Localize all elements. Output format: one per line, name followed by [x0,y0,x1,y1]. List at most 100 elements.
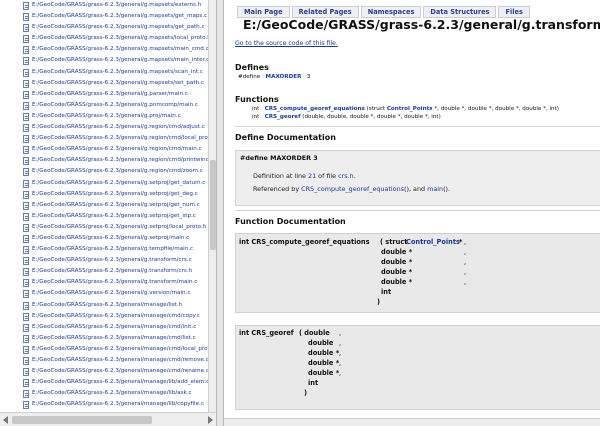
file-link[interactable]: E:/GeoCode/GRASS/grass-6.2.3/general/g.s… [32,189,198,200]
function-doc-box-georef: int CRS_georef ( double , double , doubl… [235,325,600,410]
file-link[interactable]: E:/GeoCode/GRASS/grass-6.2.3/general/g.m… [32,11,207,22]
file-link[interactable]: E:/GeoCode/GRASS/grass-6.2.3/general/man… [32,322,196,333]
file-list-item[interactable]: E:/GeoCode/GRASS/grass-6.2.3/general/g.s… [0,200,208,211]
file-link[interactable]: E:/GeoCode/GRASS/grass-6.2.3/general/g.m… [32,44,208,55]
file-link[interactable]: crs.h [338,172,354,180]
file-link[interactable]: E:/GeoCode/GRASS/grass-6.2.3/general/man… [32,333,196,344]
file-link[interactable]: E:/GeoCode/GRASS/grass-6.2.3/general/man… [32,388,192,399]
file-link[interactable]: E:/GeoCode/GRASS/grass-6.2.3/general/man… [32,399,204,410]
file-link[interactable]: E:/GeoCode/GRASS/grass-6.2.3/general/g.t… [32,277,197,288]
file-list-vertical-scrollbar[interactable] [208,0,216,412]
file-list-item[interactable]: E:/GeoCode/GRASS/grass-6.2.3/general/g.r… [0,133,208,144]
file-link[interactable]: E:/GeoCode/GRASS/grass-6.2.3/general/g.s… [32,178,205,189]
file-link[interactable]: E:/GeoCode/GRASS/grass-6.2.3/general/g.m… [32,78,204,89]
file-list-item[interactable]: E:/GeoCode/GRASS/grass-6.2.3/general/g.r… [0,155,208,166]
file-icon [23,190,29,199]
file-list-item[interactable]: E:/GeoCode/GRASS/grass-6.2.3/general/g.m… [0,44,208,55]
file-list-item[interactable]: E:/GeoCode/GRASS/grass-6.2.3/general/g.m… [0,33,208,44]
defines-heading: Defines [235,63,269,72]
file-list-item[interactable]: E:/GeoCode/GRASS/grass-6.2.3/general/g.m… [0,67,208,78]
file-list-item[interactable]: E:/GeoCode/GRASS/grass-6.2.3/general/g.m… [0,11,208,22]
file-link[interactable]: E:/GeoCode/GRASS/grass-6.2.3/general/g.m… [32,67,203,78]
file-link[interactable]: E:/GeoCode/GRASS/grass-6.2.3/general/g.m… [32,33,208,44]
file-link[interactable]: E:/GeoCode/GRASS/grass-6.2.3/general/man… [32,366,208,377]
file-link[interactable]: E:/GeoCode/GRASS/grass-6.2.3/general/g.t… [32,244,193,255]
file-list-horizontal-scrollbar[interactable] [0,412,216,426]
file-link[interactable]: E:/GeoCode/GRASS/grass-6.2.3/general/g.r… [32,122,205,133]
file-list-item[interactable]: E:/GeoCode/GRASS/grass-6.2.3/general/man… [0,333,208,344]
frame-splitter[interactable] [216,0,224,426]
file-list-item[interactable]: E:/GeoCode/GRASS/grass-6.2.3/general/man… [0,344,208,355]
file-list-item[interactable]: E:/GeoCode/GRASS/grass-6.2.3/general/man… [0,355,208,366]
file-link[interactable]: E:/GeoCode/GRASS/grass-6.2.3/general/g.p… [32,89,188,100]
file-link[interactable]: E:/GeoCode/GRASS/grass-6.2.3/general/g.t… [32,255,192,266]
file-icon [23,379,29,388]
scroll-left-arrow-icon[interactable] [3,416,8,424]
file-link[interactable]: E:/GeoCode/GRASS/grass-6.2.3/general/man… [32,377,208,388]
file-link[interactable]: E:/GeoCode/GRASS/grass-6.2.3/general/g.s… [32,200,200,211]
file-list-item[interactable]: E:/GeoCode/GRASS/grass-6.2.3/general/g.m… [0,22,208,33]
param-comma: , [339,339,342,347]
scroll-right-arrow-icon[interactable] [208,416,213,424]
file-list-item[interactable]: E:/GeoCode/GRASS/grass-6.2.3/general/g.p… [0,100,208,111]
file-link[interactable]: E:/GeoCode/GRASS/grass-6.2.3/general/man… [32,344,208,355]
file-list-item[interactable]: E:/GeoCode/GRASS/grass-6.2.3/general/g.v… [0,288,208,299]
horizontal-scrollbar-thumb[interactable] [12,416,152,424]
function-args-pre: (struct [364,106,387,112]
file-link[interactable]: E:/GeoCode/GRASS/grass-6.2.3/general/man… [32,300,182,311]
file-list-item[interactable]: E:/GeoCode/GRASS/grass-6.2.3/general/g.t… [0,266,208,277]
file-link[interactable]: E:/GeoCode/GRASS/grass-6.2.3/general/man… [32,311,200,322]
file-list-item[interactable]: E:/GeoCode/GRASS/grass-6.2.3/general/g.s… [0,233,208,244]
file-icon [23,101,29,110]
file-list-item[interactable]: E:/GeoCode/GRASS/grass-6.2.3/general/g.s… [0,189,208,200]
source-code-link[interactable]: Go to the source code of this file. [235,40,338,47]
file-list-item[interactable]: E:/GeoCode/GRASS/grass-6.2.3/general/man… [0,399,208,410]
define-name-link[interactable]: MAXORDER [266,74,302,80]
file-icon [23,246,29,255]
file-link[interactable]: E:/GeoCode/GRASS/grass-6.2.3/general/man… [32,355,208,366]
file-list-item[interactable]: E:/GeoCode/GRASS/grass-6.2.3/general/g.r… [0,166,208,177]
file-icon [23,179,29,188]
file-list-item[interactable]: E:/GeoCode/GRASS/grass-6.2.3/general/g.p… [0,111,208,122]
file-list-item[interactable]: E:/GeoCode/GRASS/grass-6.2.3/general/g.s… [0,178,208,189]
control-points-type-link[interactable]: Control_Points [406,238,460,246]
file-link[interactable]: E:/GeoCode/GRASS/grass-6.2.3/general/g.s… [32,233,189,244]
file-link[interactable]: E:/GeoCode/GRASS/grass-6.2.3/general/g.s… [32,211,196,222]
file-link[interactable]: E:/GeoCode/GRASS/grass-6.2.3/general/g.r… [32,166,203,177]
function-link-georef[interactable]: CRS_georef [265,114,301,120]
file-list-item[interactable]: E:/GeoCode/GRASS/grass-6.2.3/general/man… [0,377,208,388]
file-list-item[interactable]: E:/GeoCode/GRASS/grass-6.2.3/general/g.t… [0,255,208,266]
file-link[interactable]: E:/GeoCode/GRASS/grass-6.2.3/general/g.m… [32,0,201,11]
file-list-item[interactable]: E:/GeoCode/GRASS/grass-6.2.3/general/g.m… [0,55,208,66]
file-list-item[interactable]: E:/GeoCode/GRASS/grass-6.2.3/general/man… [0,388,208,399]
file-list-item[interactable]: E:/GeoCode/GRASS/grass-6.2.3/general/man… [0,311,208,322]
file-list-item[interactable]: E:/GeoCode/GRASS/grass-6.2.3/general/g.r… [0,144,208,155]
reference-link-main[interactable]: main [427,185,443,193]
file-link[interactable]: E:/GeoCode/GRASS/grass-6.2.3/general/g.p… [32,100,198,111]
file-list-item[interactable]: E:/GeoCode/GRASS/grass-6.2.3/general/g.s… [0,222,208,233]
reference-link-compute-georef[interactable]: CRS_compute_georef_equations [301,185,404,193]
file-list-item[interactable]: E:/GeoCode/GRASS/grass-6.2.3/general/man… [0,366,208,377]
file-link[interactable]: E:/GeoCode/GRASS/grass-6.2.3/general/g.p… [32,111,181,122]
file-link[interactable]: E:/GeoCode/GRASS/grass-6.2.3/general/g.t… [32,266,192,277]
file-list-item[interactable]: E:/GeoCode/GRASS/grass-6.2.3/general/man… [0,322,208,333]
file-link[interactable]: E:/GeoCode/GRASS/grass-6.2.3/general/g.m… [32,22,205,33]
file-list-item[interactable]: E:/GeoCode/GRASS/grass-6.2.3/general/g.s… [0,211,208,222]
reference-text: Referenced by [253,185,302,193]
file-link[interactable]: E:/GeoCode/GRASS/grass-6.2.3/general/g.s… [32,222,206,233]
control-points-link[interactable]: Control_Points [387,106,433,112]
file-list-item[interactable]: E:/GeoCode/GRASS/grass-6.2.3/general/g.r… [0,122,208,133]
file-link[interactable]: E:/GeoCode/GRASS/grass-6.2.3/general/g.v… [32,288,190,299]
file-link[interactable]: E:/GeoCode/GRASS/grass-6.2.3/general/g.m… [32,55,208,66]
file-list-item[interactable]: E:/GeoCode/GRASS/grass-6.2.3/general/g.t… [0,244,208,255]
file-list-item[interactable]: E:/GeoCode/GRASS/grass-6.2.3/general/man… [0,300,208,311]
file-link[interactable]: E:/GeoCode/GRASS/grass-6.2.3/general/g.r… [32,133,208,144]
file-list-item[interactable]: E:/GeoCode/GRASS/grass-6.2.3/general/g.m… [0,78,208,89]
line-number-link[interactable]: 21 [308,172,316,180]
file-link[interactable]: E:/GeoCode/GRASS/grass-6.2.3/general/g.r… [32,155,208,166]
function-link-compute-georef[interactable]: CRS_compute_georef_equations [265,106,365,112]
file-list-item[interactable]: E:/GeoCode/GRASS/grass-6.2.3/general/g.t… [0,277,208,288]
file-link[interactable]: E:/GeoCode/GRASS/grass-6.2.3/general/g.r… [32,144,202,155]
file-list-item[interactable]: E:/GeoCode/GRASS/grass-6.2.3/general/g.p… [0,89,208,100]
file-list-item[interactable]: E:/GeoCode/GRASS/grass-6.2.3/general/g.m… [0,0,208,11]
